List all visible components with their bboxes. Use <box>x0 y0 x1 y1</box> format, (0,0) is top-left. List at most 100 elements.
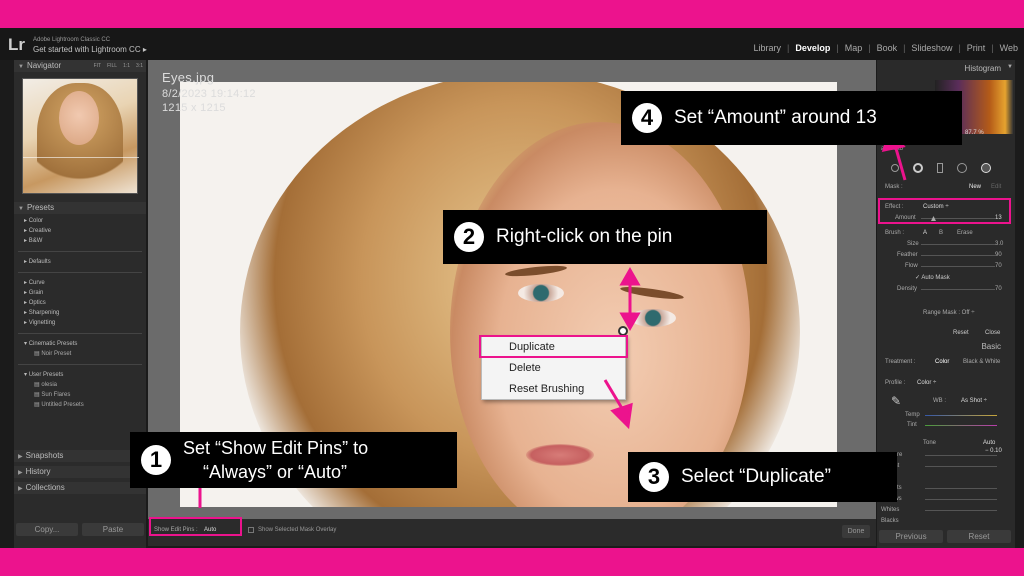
get-started-link[interactable]: Get started with Lightroom CC ▸ <box>33 45 147 54</box>
profile-select[interactable]: Color ÷ <box>917 380 936 386</box>
right-eye <box>630 309 676 327</box>
callout-step-4: 4 Set “Amount” around 13 <box>621 91 962 145</box>
flow-slider[interactable] <box>921 266 995 267</box>
auto-mask-checkbox[interactable]: ✓ Auto Mask <box>915 274 950 281</box>
tint-label: Tint <box>907 422 917 428</box>
presets-panel: ▼ Presets ▸ Color ▸ Creative ▸ B&W ▸ Defa… <box>14 202 146 410</box>
preset-item[interactable]: ▤ Untitled Presets <box>14 400 146 410</box>
temp-label: Temp <box>905 412 920 418</box>
zoom-fit[interactable]: FIT <box>94 60 102 72</box>
preset-group[interactable]: ▸ Creative <box>14 226 146 236</box>
collections-title: Collections <box>25 483 65 492</box>
module-develop[interactable]: Develop <box>795 43 830 53</box>
radial-icon[interactable] <box>957 163 967 173</box>
preset-group[interactable]: ▸ Vignetting <box>14 318 146 328</box>
snapshots-header[interactable]: ▶ Snapshots <box>14 450 146 462</box>
preset-group[interactable]: ▸ Sharpening <box>14 308 146 318</box>
exposure-value[interactable]: − 0.10 <box>985 448 1002 454</box>
feather-label: Feather <box>897 252 918 258</box>
done-button[interactable]: Done <box>842 525 870 538</box>
zoom-1-1[interactable]: 1:1 <box>123 60 130 72</box>
mask-close-button[interactable]: Close <box>985 330 1000 336</box>
temp-slider[interactable] <box>925 415 997 416</box>
triangle-right-icon: ▶ <box>18 454 23 460</box>
preset-group[interactable]: ▸ Color <box>14 216 146 226</box>
zoom-fill[interactable]: FILL <box>107 60 117 72</box>
menu-item-reset-brushing[interactable]: Reset Brushing <box>482 379 625 400</box>
history-title: History <box>25 467 51 476</box>
density-slider[interactable] <box>921 289 995 290</box>
shadows-slider[interactable] <box>925 499 997 500</box>
callout-2-text: Right-click on the pin <box>496 226 673 247</box>
auto-tone-button[interactable]: Auto <box>983 440 995 446</box>
mask-new[interactable]: New <box>969 184 981 190</box>
gradient-icon[interactable] <box>937 163 943 173</box>
brush-a[interactable]: A <box>923 230 927 236</box>
whites-slider[interactable] <box>925 510 997 511</box>
brush-erase[interactable]: Erase <box>957 230 973 236</box>
presets-title: Presets <box>26 203 55 212</box>
zoom-3-1[interactable]: 3:1 <box>136 60 143 72</box>
size-value[interactable]: 3.0 <box>995 241 1003 247</box>
preset-group[interactable]: ▸ Optics <box>14 298 146 308</box>
app-subtitle: Adobe Lightroom Classic CC <box>33 37 111 43</box>
reset-button[interactable]: Reset <box>947 530 1011 543</box>
feather-value[interactable]: 90 <box>995 252 1002 258</box>
presets-header[interactable]: ▼ Presets <box>14 202 146 214</box>
navigator-header[interactable]: ▼ Navigator FIT FILL 1:1 3:1 <box>14 60 146 72</box>
bottom-toolbar: Show Edit Pins : Auto Show Selected Mask… <box>148 519 876 546</box>
preset-item[interactable]: ▤ olesia <box>14 380 146 390</box>
treatment-bw[interactable]: Black & White <box>963 359 1000 365</box>
module-map[interactable]: Map <box>845 43 863 53</box>
preset-item[interactable]: ▤ Sun Flares <box>14 390 146 400</box>
highlights-slider[interactable] <box>925 488 997 489</box>
preset-group[interactable]: ▸ Curve <box>14 278 146 288</box>
module-print[interactable]: Print <box>967 43 986 53</box>
overlay-checkbox[interactable] <box>248 527 254 533</box>
module-book[interactable]: Book <box>877 43 898 53</box>
menu-item-delete[interactable]: Delete <box>482 358 625 379</box>
module-slideshow[interactable]: Slideshow <box>911 43 952 53</box>
flow-value[interactable]: 70 <box>995 263 1002 269</box>
mask-label: Mask : <box>885 184 903 190</box>
contrast-slider[interactable] <box>925 466 997 467</box>
mask-reset-button[interactable]: Reset <box>953 330 969 336</box>
history-header[interactable]: ▶ History <box>14 466 146 478</box>
profile-label: Profile : <box>885 380 906 386</box>
collections-header[interactable]: ▶ Collections <box>14 482 146 494</box>
preset-group-user[interactable]: ▾ User Presets <box>14 370 146 380</box>
wb-label: WB : <box>933 398 946 404</box>
triangle-right-icon: ▶ <box>18 470 23 476</box>
navigator-title: Navigator <box>26 61 62 70</box>
mask-edit[interactable]: Edit <box>991 184 1001 190</box>
brush-b[interactable]: B <box>939 230 943 236</box>
eyedropper-icon[interactable]: ✎ <box>891 394 901 408</box>
exposure-slider[interactable] <box>925 455 997 456</box>
size-slider[interactable] <box>921 244 995 245</box>
wb-select[interactable]: As Shot ÷ <box>961 398 987 404</box>
tint-slider[interactable] <box>925 425 997 426</box>
module-library[interactable]: Library <box>753 43 781 53</box>
feather-slider[interactable] <box>921 255 995 256</box>
top-bar: Lr Adobe Lightroom Classic CC Get starte… <box>0 28 1024 60</box>
paste-button[interactable]: Paste <box>82 523 144 536</box>
copy-button[interactable]: Copy... <box>16 523 78 536</box>
previous-button[interactable]: Previous <box>879 530 943 543</box>
crop-icon[interactable] <box>891 164 899 172</box>
preset-group[interactable]: ▸ B&W <box>14 236 146 246</box>
preset-group[interactable]: ▸ Grain <box>14 288 146 298</box>
density-value[interactable]: 70 <box>995 286 1002 292</box>
navigator-preview[interactable] <box>22 78 139 194</box>
brush-icon[interactable] <box>981 163 991 173</box>
treatment-color[interactable]: Color <box>935 359 949 365</box>
preset-group-cinematic[interactable]: ▾ Cinematic Presets <box>14 339 146 349</box>
module-web[interactable]: Web <box>1000 43 1018 53</box>
preset-item[interactable]: ▤ Noir Preset <box>14 349 146 359</box>
range-mask-select[interactable]: Range Mask : Off ÷ <box>923 310 975 316</box>
preset-group[interactable]: ▸ Defaults <box>14 257 146 267</box>
basic-title[interactable]: Basic <box>981 342 1001 351</box>
callout-step-1: 1 Set “Show Edit Pins” to “Always” or “A… <box>130 432 457 488</box>
lr-logo: Lr <box>8 35 25 54</box>
spot-icon[interactable] <box>913 163 923 173</box>
callout-step-3: 3 Select “Duplicate” <box>628 452 897 502</box>
